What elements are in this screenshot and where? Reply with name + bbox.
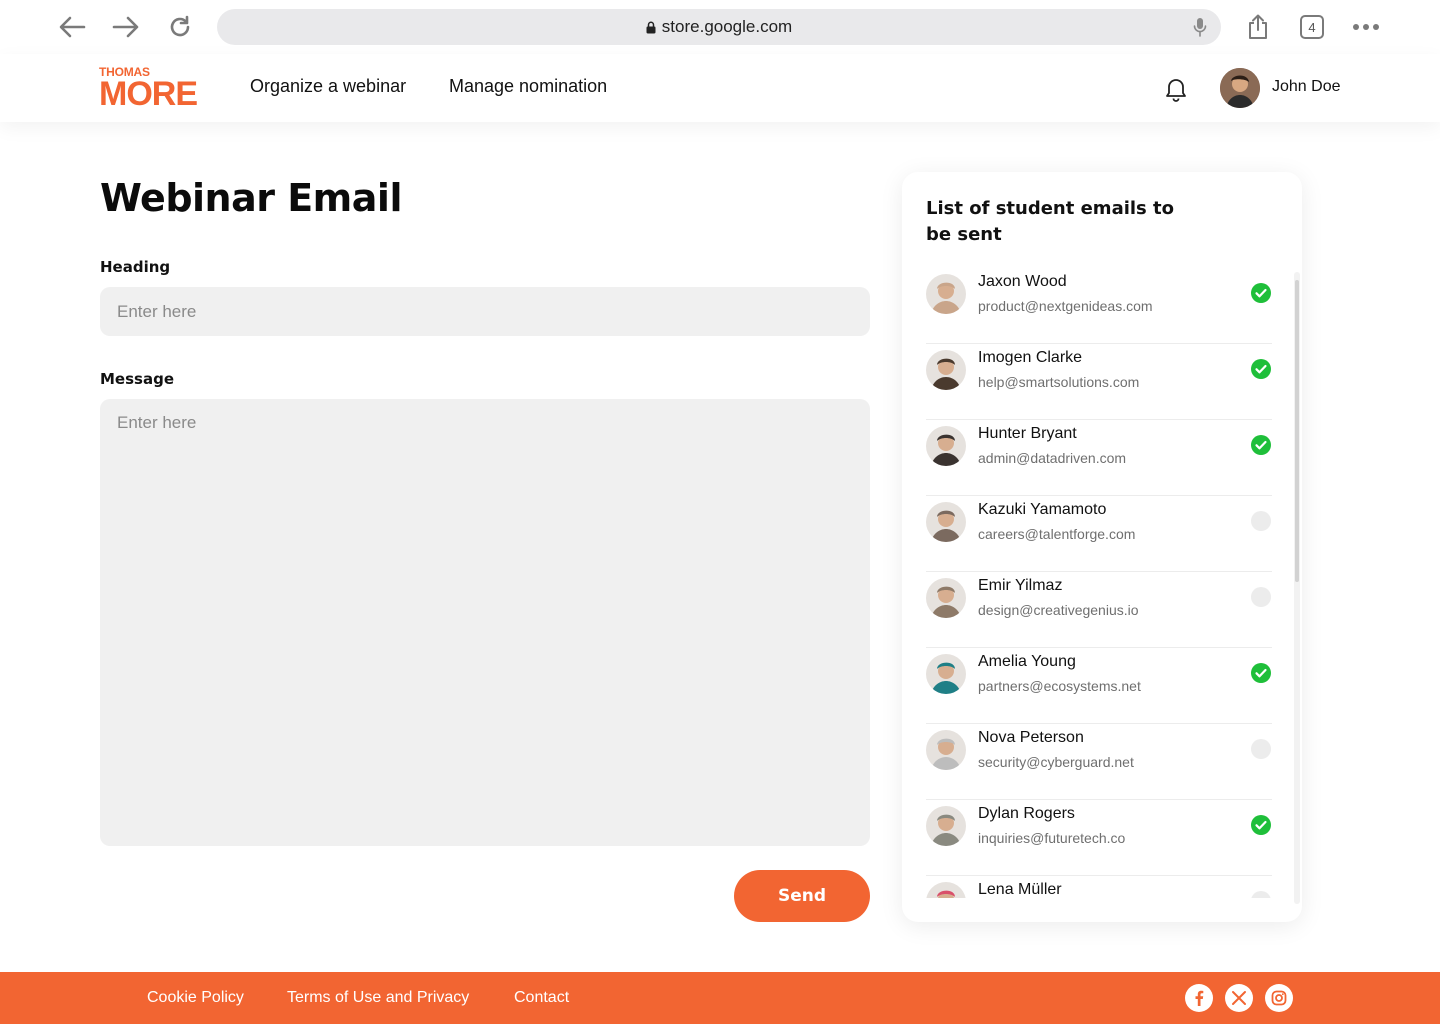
- student-row[interactable]: Emir Yilmaz design@creativegenius.io: [926, 572, 1272, 648]
- student-avatar: [926, 578, 966, 618]
- student-row[interactable]: Hunter Bryant admin@datadriven.com: [926, 420, 1272, 496]
- scrollbar-thumb[interactable]: [1295, 280, 1299, 582]
- microphone-icon[interactable]: [1193, 17, 1207, 41]
- footer-contact[interactable]: Contact: [514, 989, 569, 1007]
- student-email: design@creativegenius.io: [978, 602, 1139, 618]
- student-avatar: [926, 730, 966, 770]
- address-bar[interactable]: store.google.com: [217, 9, 1221, 45]
- student-name: Hunter Bryant: [978, 425, 1077, 442]
- more-options-icon[interactable]: [1348, 10, 1384, 44]
- student-email: inquiries@futuretech.co: [978, 830, 1126, 846]
- nav-manage-nomination[interactable]: Manage nomination: [449, 76, 607, 97]
- student-email: help@smartsolutions.com: [978, 374, 1140, 390]
- student-avatar: [926, 274, 966, 314]
- send-button[interactable]: Send: [734, 870, 870, 922]
- footer-terms[interactable]: Terms of Use and Privacy: [287, 989, 469, 1007]
- student-avatar: [926, 426, 966, 466]
- user-avatar[interactable]: [1220, 68, 1260, 108]
- student-row[interactable]: Amelia Young partners@ecosystems.net: [926, 648, 1272, 724]
- back-icon[interactable]: [54, 10, 90, 44]
- browser-toolbar: store.google.com 4: [0, 0, 1440, 54]
- message-textarea[interactable]: [100, 399, 870, 846]
- student-avatar: [926, 654, 966, 694]
- student-avatar: [926, 806, 966, 846]
- student-row[interactable]: Lena Müller: [926, 876, 1272, 898]
- heading-label: Heading: [100, 258, 171, 276]
- checked-checkbox-icon[interactable]: [1251, 359, 1271, 379]
- student-avatar: [926, 502, 966, 542]
- footer-cookie-policy[interactable]: Cookie Policy: [147, 989, 244, 1007]
- student-name: Imogen Clarke: [978, 349, 1083, 366]
- student-email: careers@talentforge.com: [978, 526, 1136, 542]
- reload-icon[interactable]: [162, 10, 198, 44]
- student-name: Jaxon Wood: [978, 273, 1067, 290]
- page-title: Webinar Email: [100, 176, 402, 220]
- student-email: admin@datadriven.com: [978, 450, 1127, 466]
- checked-checkbox-icon[interactable]: [1251, 815, 1271, 835]
- student-list[interactable]: Jaxon Wood product@nextgenideas.com Imogen…: [926, 268, 1272, 898]
- instagram-icon[interactable]: [1265, 984, 1293, 1012]
- student-name: Kazuki Yamamoto: [978, 501, 1107, 518]
- site-footer: Cookie Policy Terms of Use and Privacy C…: [0, 972, 1440, 1024]
- student-emails-panel: List of student emails to be sent Jaxon …: [902, 172, 1302, 922]
- site-header: THOMAS MORE Organize a webinar Manage no…: [0, 54, 1440, 122]
- unchecked-checkbox-icon[interactable]: [1251, 739, 1271, 759]
- student-avatar: [926, 882, 966, 898]
- student-email: product@nextgenideas.com: [978, 298, 1153, 314]
- unchecked-checkbox-icon[interactable]: [1251, 587, 1271, 607]
- share-icon[interactable]: [1240, 10, 1276, 44]
- thomas-more-logo[interactable]: THOMAS MORE: [99, 66, 203, 112]
- checked-checkbox-icon[interactable]: [1251, 663, 1271, 683]
- user-name[interactable]: John Doe: [1272, 78, 1341, 96]
- notification-bell-icon[interactable]: [1164, 76, 1188, 106]
- student-row[interactable]: Nova Peterson security@cyberguard.net: [926, 724, 1272, 800]
- student-name: Amelia Young: [978, 653, 1076, 670]
- unchecked-checkbox-icon[interactable]: [1251, 511, 1271, 531]
- nav-organize-webinar[interactable]: Organize a webinar: [250, 76, 406, 97]
- tabs-button[interactable]: 4: [1300, 15, 1324, 39]
- student-row[interactable]: Kazuki Yamamoto careers@talentforge.com: [926, 496, 1272, 572]
- checked-checkbox-icon[interactable]: [1251, 283, 1271, 303]
- student-email: partners@ecosystems.net: [978, 678, 1141, 694]
- checked-checkbox-icon[interactable]: [1251, 435, 1271, 455]
- lock-icon: [646, 21, 656, 33]
- student-avatar: [926, 350, 966, 390]
- message-label: Message: [100, 370, 174, 388]
- student-email: security@cyberguard.net: [978, 754, 1134, 770]
- url-text: store.google.com: [661, 17, 793, 36]
- student-row[interactable]: Imogen Clarke help@smartsolutions.com: [926, 344, 1272, 420]
- student-row[interactable]: Jaxon Wood product@nextgenideas.com: [926, 268, 1272, 344]
- facebook-icon[interactable]: [1185, 984, 1213, 1012]
- heading-input[interactable]: [100, 287, 870, 336]
- unchecked-checkbox-icon[interactable]: [1251, 891, 1271, 898]
- student-name: Emir Yilmaz: [978, 577, 1063, 594]
- forward-icon[interactable]: [108, 10, 144, 44]
- x-twitter-icon[interactable]: [1225, 984, 1253, 1012]
- student-row[interactable]: Dylan Rogers inquiries@futuretech.co: [926, 800, 1272, 876]
- student-name: Nova Peterson: [978, 729, 1084, 746]
- student-name: Lena Müller: [978, 881, 1062, 898]
- student-name: Dylan Rogers: [978, 805, 1075, 822]
- panel-title: List of student emails to be sent: [926, 198, 1175, 245]
